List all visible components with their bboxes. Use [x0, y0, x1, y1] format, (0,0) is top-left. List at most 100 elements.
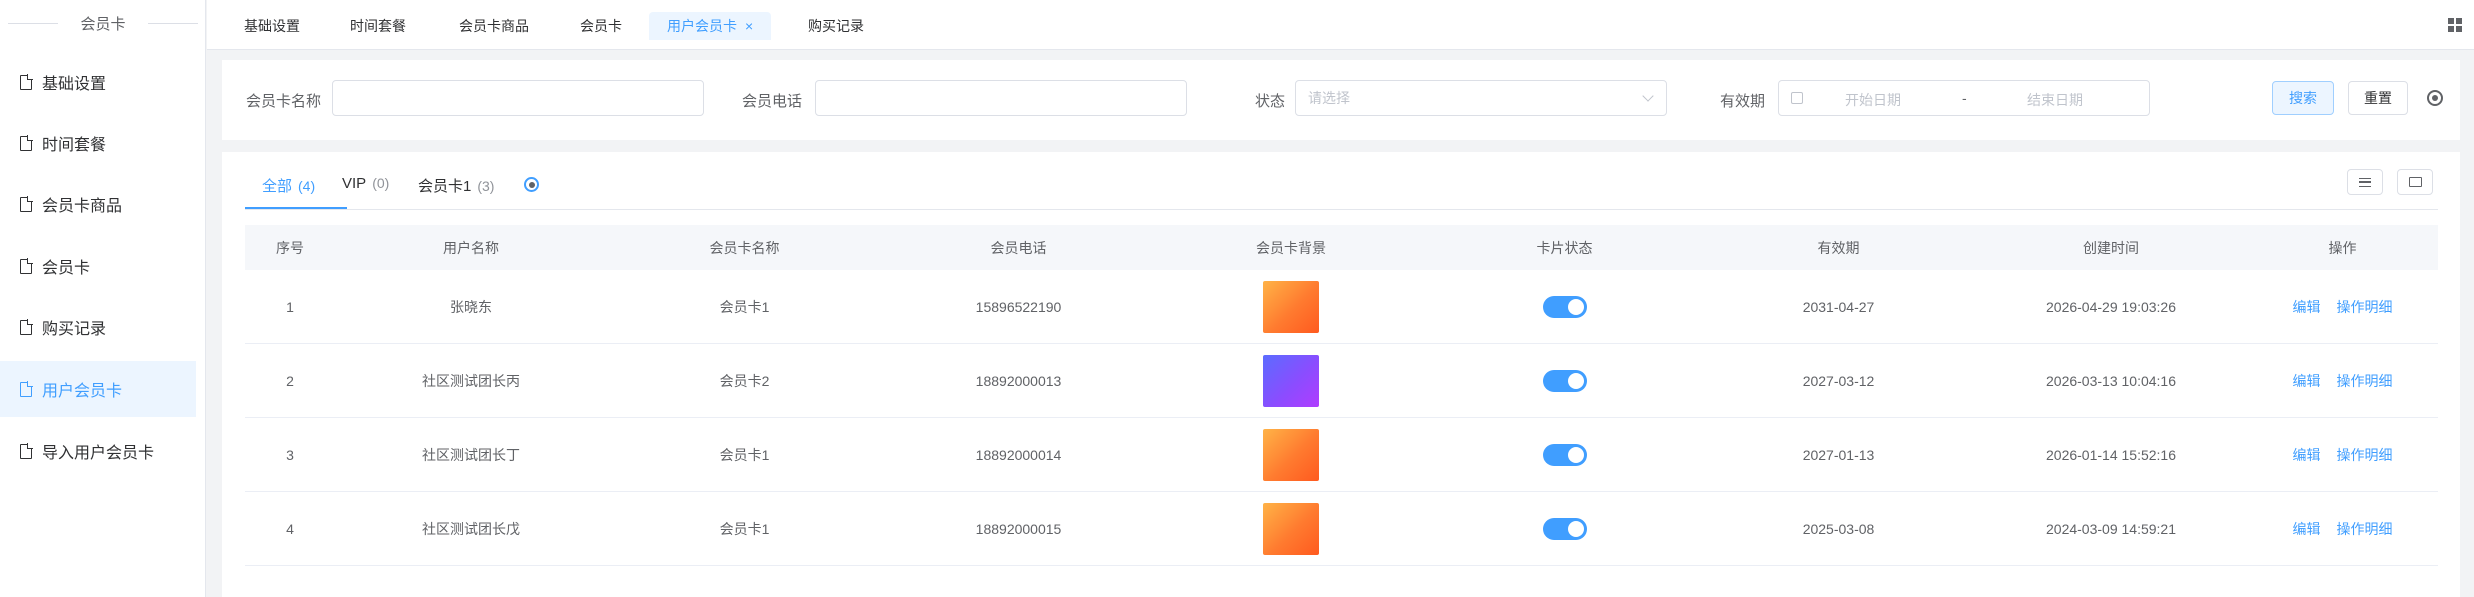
sidebar-item-import-user-card[interactable]: 导入用户会员卡 [0, 423, 196, 479]
sidebar-item-member-card[interactable]: 会员卡 [0, 238, 196, 294]
cell-phone: 18892000013 [975, 372, 1062, 389]
cell-phone: 18892000015 [975, 520, 1062, 537]
table-row: 2 社区测试团长丙 会员卡2 18892000013 2027-03-12 20… [245, 344, 2438, 418]
status-label: 状态 [1255, 93, 1286, 110]
sidebar-title-text: 会员卡 [80, 15, 126, 33]
tab-time-package[interactable]: 时间套餐 [350, 12, 406, 40]
tab-label: 用户会员卡 [667, 18, 737, 34]
search-button[interactable]: 搜索 [2272, 81, 2334, 115]
file-icon [20, 257, 33, 274]
range-separator: - [1962, 90, 1967, 106]
edit-link[interactable]: 编辑 [2293, 371, 2321, 391]
column-settings-button[interactable] [2347, 169, 2383, 195]
sidebar-item-card-goods[interactable]: 会员卡商品 [0, 176, 196, 232]
search-panel: 会员卡名称 会员电话 状态 请选择 有效期 开始日期 - 结束日期 搜索 重置 [222, 60, 2460, 140]
cell-created-time: 2026-04-29 19:03:26 [2046, 298, 2176, 315]
cell-created-time: 2026-01-14 15:52:16 [2046, 446, 2176, 463]
column-settings-icon [2359, 177, 2371, 187]
tab-member-card[interactable]: 会员卡 [580, 12, 622, 40]
cell-created-time: 2024-03-09 14:59:21 [2046, 520, 2176, 537]
cell-card-background [1155, 270, 1427, 343]
file-icon [20, 195, 33, 212]
column-header: 有效期 [1817, 239, 1860, 256]
file-icon [20, 380, 33, 397]
start-date-placeholder[interactable]: 开始日期 [1845, 90, 1901, 110]
tab-card-goods[interactable]: 会员卡商品 [459, 12, 529, 40]
sidebar-item-purchase-records[interactable]: 购买记录 [0, 299, 196, 355]
operation-detail-link[interactable]: 操作明细 [2337, 445, 2393, 465]
file-icon [20, 134, 33, 151]
sidebar-item-label: 基础设置 [42, 76, 107, 93]
column-header: 序号 [276, 239, 304, 256]
tab-purchase-records[interactable]: 购买记录 [808, 12, 864, 40]
table-row: 4 社区测试团长戊 会员卡1 18892000015 2025-03-08 20… [245, 492, 2438, 566]
date-range-picker[interactable]: 开始日期 - 结束日期 [1778, 80, 2150, 116]
cell-card-name: 会员卡1 [719, 298, 770, 315]
divider [8, 23, 58, 24]
sidebar-item-time-package[interactable]: 时间套餐 [0, 115, 196, 171]
card-background-image[interactable] [1263, 354, 1319, 407]
table-row: 1 张晓东 会员卡1 15896522190 2031-04-27 2026-0… [245, 270, 2438, 344]
grid-icon[interactable] [2448, 18, 2462, 32]
edit-link[interactable]: 编辑 [2293, 297, 2321, 317]
phone-input[interactable] [815, 80, 1187, 116]
sidebar-item-label: 购买记录 [42, 321, 107, 338]
close-icon[interactable]: × [745, 18, 753, 34]
cell-card-background [1155, 418, 1427, 491]
subtab-active-indicator [245, 207, 347, 209]
tab-label: 购买记录 [808, 18, 864, 34]
operation-detail-link[interactable]: 操作明细 [2337, 519, 2393, 539]
cell-user-name: 张晓东 [450, 298, 492, 315]
card-status-toggle[interactable] [1542, 295, 1587, 318]
tab-label: 会员卡 [580, 18, 622, 34]
cell-validity: 2031-04-27 [1802, 298, 1875, 315]
subtab-label: 全部 [262, 178, 293, 195]
table-header: 序号 用户名称 会员卡名称 会员电话 会员卡背景 卡片状态 有效期 创建时间 操… [245, 225, 2438, 270]
card-status-toggle[interactable] [1542, 369, 1587, 392]
sidebar-item-user-member-card[interactable]: 用户会员卡 [0, 361, 196, 417]
card-status-toggle[interactable] [1542, 517, 1587, 540]
end-date-placeholder[interactable]: 结束日期 [2027, 90, 2083, 110]
card-background-image[interactable] [1263, 280, 1319, 333]
cell-card-status [1427, 270, 1702, 343]
card-status-toggle[interactable] [1542, 443, 1587, 466]
tab-user-member-card[interactable]: 用户会员卡 × [649, 12, 772, 40]
card-name-input[interactable] [332, 80, 704, 116]
sidebar-item-label: 用户会员卡 [42, 383, 123, 400]
sidebar-item-label: 时间套餐 [42, 137, 107, 154]
edit-link[interactable]: 编辑 [2293, 445, 2321, 465]
tab-bar: 基础设置 时间套餐 会员卡商品 会员卡 用户会员卡 × 购买记录 [207, 0, 2474, 50]
subtab-card1[interactable]: 会员卡1 (3) [418, 175, 494, 196]
settings-gear-icon[interactable] [2427, 90, 2443, 106]
subtab-vip[interactable]: VIP (0) [342, 175, 389, 192]
card-background-image[interactable] [1263, 502, 1319, 555]
column-header: 会员卡名称 [709, 239, 780, 256]
cell-card-status [1427, 418, 1702, 491]
operation-detail-link[interactable]: 操作明细 [2337, 371, 2393, 391]
tab-settings-gear-icon[interactable] [524, 177, 539, 192]
subtab-count: (3) [477, 178, 495, 194]
sidebar-item-basic-settings[interactable]: 基础设置 [0, 54, 196, 110]
folder-button[interactable] [2397, 169, 2433, 195]
sidebar-item-label: 会员卡商品 [42, 198, 123, 215]
subtab-count: (4) [298, 178, 316, 194]
cell-actions: 编辑 操作明细 [2247, 492, 2438, 565]
file-icon [20, 442, 33, 459]
validity-label: 有效期 [1720, 93, 1766, 110]
cell-index: 1 [286, 298, 294, 315]
status-select[interactable]: 请选择 [1295, 80, 1667, 116]
operation-detail-link[interactable]: 操作明细 [2337, 297, 2393, 317]
reset-button[interactable]: 重置 [2348, 81, 2408, 115]
edit-link[interactable]: 编辑 [2293, 519, 2321, 539]
chevron-down-icon [1642, 90, 1654, 102]
status-placeholder: 请选择 [1308, 90, 1350, 106]
tab-label: 会员卡商品 [459, 18, 529, 34]
tab-basic-settings[interactable]: 基础设置 [244, 12, 300, 40]
cell-user-name: 社区测试团长丙 [422, 372, 520, 389]
subtab-all[interactable]: 全部 (4) [262, 175, 315, 196]
cell-card-name: 会员卡2 [719, 372, 770, 389]
column-header: 会员电话 [990, 239, 1047, 256]
folder-icon [2408, 177, 2422, 187]
cell-card-background [1155, 492, 1427, 565]
card-background-image[interactable] [1263, 428, 1319, 481]
